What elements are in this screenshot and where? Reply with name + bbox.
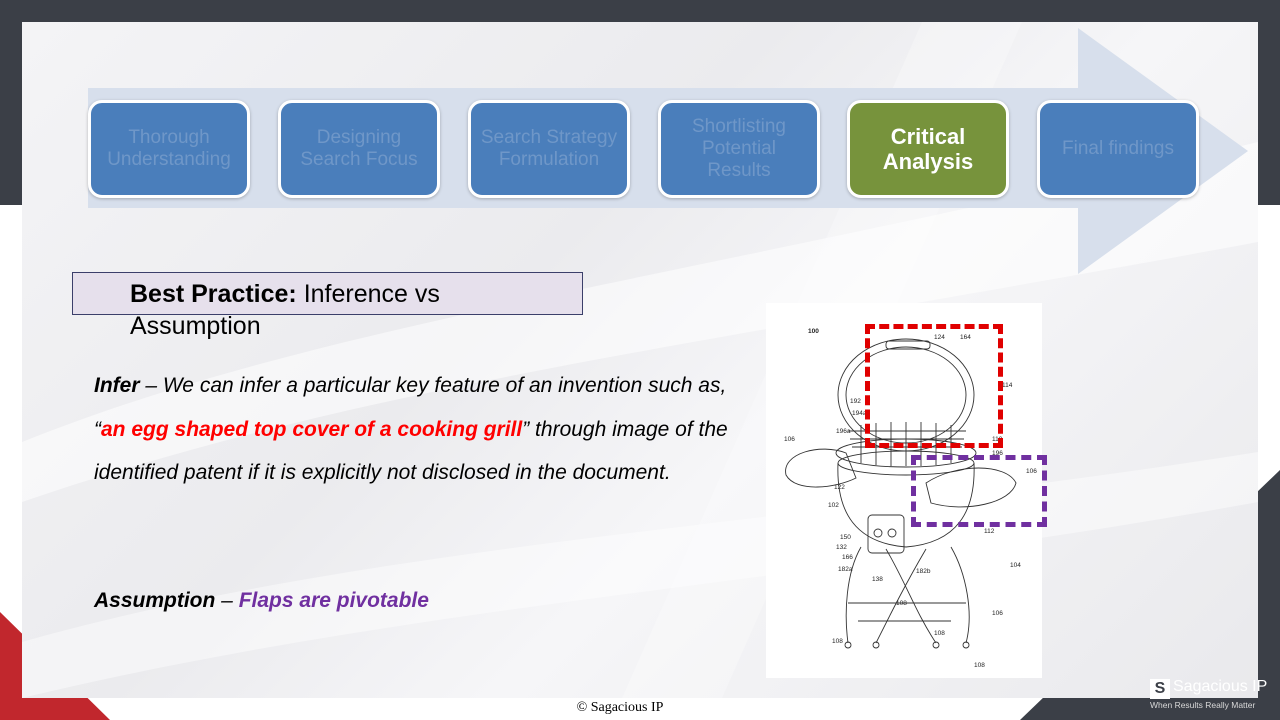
sagacious-logo: S Sagacious IP When Results Really Matte… xyxy=(1150,678,1272,714)
copyright-text: © Sagacious IP xyxy=(576,700,664,715)
egg-cover-highlight-box xyxy=(865,324,1003,448)
infer-paragraph: Infer – We can infer a particular key fe… xyxy=(94,364,744,495)
best-practice-title: Best Practice: Inference vs Assumption xyxy=(130,278,510,342)
ref-label: 138 xyxy=(872,576,883,583)
infer-highlight: an egg shaped top cover of a cooking gri… xyxy=(101,417,523,441)
step-label: Critical Analysis xyxy=(882,124,974,174)
ref-label: 106 xyxy=(784,436,795,443)
step-shortlisting-potential-results: Shortlisting Potential Results xyxy=(658,100,820,198)
ref-label: 106 xyxy=(992,610,1003,617)
flap-highlight-box xyxy=(911,455,1047,527)
step-thorough-understanding: Thorough Understanding xyxy=(88,100,250,198)
step-label: Shortlisting Potential Results xyxy=(692,116,786,181)
step-label: Thorough Understanding xyxy=(107,127,231,170)
ref-label: 112 xyxy=(984,528,995,535)
assumption-dash: – xyxy=(215,589,239,612)
assumption-highlight: Flaps are pivotable xyxy=(238,589,429,612)
assumption-term: Assumption xyxy=(94,589,216,612)
ref-label: 122 xyxy=(834,484,845,491)
assumption-line: Assumption – Flaps are pivotable xyxy=(94,585,744,617)
slide-canvas: Thorough Understanding Designing Search … xyxy=(22,22,1258,698)
best-practice-lead: Best Practice: xyxy=(130,280,297,308)
ref-label: 192 xyxy=(850,398,861,405)
ref-label: 108 xyxy=(832,638,843,645)
ref-label: 182a xyxy=(838,566,853,573)
logo-name: Sagacious IP xyxy=(1173,678,1268,695)
ref-label: 100 xyxy=(808,328,819,335)
step-label: Final findings xyxy=(1062,138,1174,159)
step-label: Search Strategy Formulation xyxy=(480,127,618,170)
ref-label: 104 xyxy=(1010,562,1021,569)
ref-label: 102 xyxy=(828,502,839,509)
ref-label: 166 xyxy=(842,554,853,561)
step-designing-search-focus: Designing Search Focus xyxy=(278,100,440,198)
right-white-band xyxy=(1258,205,1280,720)
ref-label: 114 xyxy=(1002,382,1013,389)
step-final-findings: Final findings xyxy=(1037,100,1199,198)
logo-mark-icon: S xyxy=(1150,679,1170,699)
ref-label: 196a xyxy=(836,428,851,435)
step-search-strategy-formulation: Search Strategy Formulation xyxy=(468,100,630,198)
ref-label: 150 xyxy=(840,534,851,541)
ref-label: 182b xyxy=(916,568,931,575)
step-label: Designing Search Focus xyxy=(300,127,418,170)
ref-label: 108 xyxy=(896,600,907,607)
logo-tagline: When Results Really Matter xyxy=(1150,700,1256,710)
ref-label: 132 xyxy=(836,544,847,551)
ref-label: 108 xyxy=(974,662,985,669)
ref-label: 108 xyxy=(934,630,945,637)
infer-term: Infer xyxy=(94,374,140,397)
step-critical-analysis: Critical Analysis xyxy=(847,100,1009,198)
